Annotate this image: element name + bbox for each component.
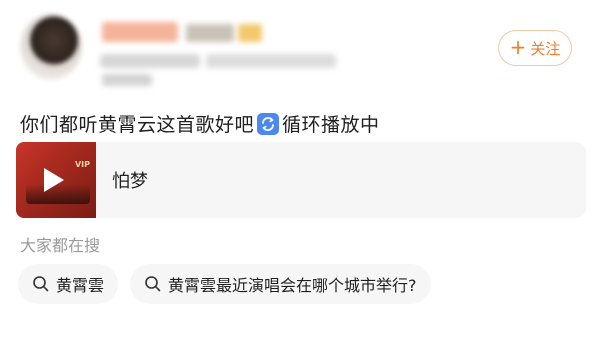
related-searches-label: 大家都在搜 [20,236,101,255]
album-cover[interactable]: VIP [16,142,96,218]
blurred-meta-text [206,54,336,68]
post-text-part-2: 循环播放中 [282,114,380,136]
song-title: 怕梦 [112,171,148,192]
plus-icon: + [509,35,527,59]
avatar[interactable] [20,14,82,80]
search-chip[interactable]: 黄霄雲最近演唱会在哪个城市举行? [130,264,431,304]
blurred-username[interactable] [102,22,178,42]
search-icon [33,276,49,292]
search-chip[interactable]: 黄霄雲 [18,264,119,304]
search-chip-label: 黄霄雲 [56,276,105,295]
search-icon [145,276,161,292]
vip-badge: VIP [74,160,90,169]
post-body-text: 你们都听黄霄云这首歌好吧 循环播放中 [20,110,380,137]
play-icon[interactable] [44,168,64,192]
blurred-username-badge [186,24,234,42]
post-header: + 关注 [16,12,586,92]
blurred-timestamp [102,74,152,86]
blurred-meta-text [100,54,200,68]
related-search-chips: 黄霄雲 黄霄雲最近演唱会在哪个城市举行? [18,264,431,304]
search-chip-label: 黄霄雲最近演唱会在哪个城市举行? [168,276,417,295]
blurred-vip-badge [238,24,262,42]
music-card[interactable]: VIP 怕梦 [16,142,586,218]
follow-button[interactable]: + 关注 [498,30,572,66]
follow-label: 关注 [530,39,561,58]
repeat-icon [257,112,280,135]
post-text-part-1: 你们都听黄霄云这首歌好吧 [20,114,255,136]
